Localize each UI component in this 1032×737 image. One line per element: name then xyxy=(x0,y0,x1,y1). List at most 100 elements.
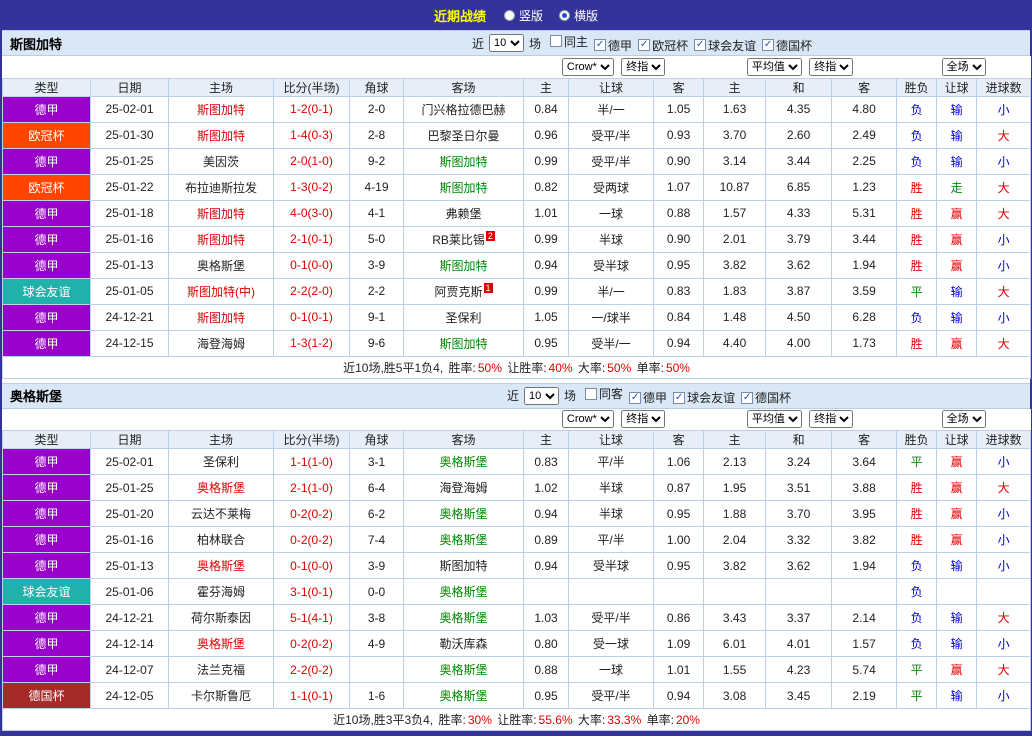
cell-score[interactable]: 3-1(0-1) xyxy=(273,578,350,605)
cell-home[interactable]: 卡尔斯鲁厄 xyxy=(168,682,274,709)
cell-home[interactable]: 法兰克福 xyxy=(168,656,274,683)
cell-away[interactable]: 勒沃库森 xyxy=(402,630,525,657)
recent-count-select[interactable]: 10 xyxy=(489,34,525,52)
cell-home[interactable]: 奥格斯堡 xyxy=(168,474,274,501)
cell-score[interactable]: 2-0(1-0) xyxy=(273,147,350,175)
cell-away[interactable]: 斯图加特 xyxy=(402,251,525,279)
cell-score[interactable]: 0-1(0-0) xyxy=(273,552,350,579)
cell-away[interactable]: RB莱比锡 2 xyxy=(402,225,525,253)
cell-score[interactable]: 1-1(0-1) xyxy=(273,682,350,709)
cell-home[interactable]: 奥格斯堡 xyxy=(168,630,274,657)
cell-home[interactable]: 柏林联合 xyxy=(168,526,274,553)
cell-home[interactable]: 斯图加特 xyxy=(168,303,274,331)
cell-home[interactable]: 斯图加特 xyxy=(168,121,274,149)
cell-home[interactable]: 海登海姆 xyxy=(168,329,274,357)
recent-count-select[interactable]: 10 xyxy=(524,386,560,405)
league-filter-checkbox[interactable]: ✓ 德甲 xyxy=(594,37,632,54)
cell-away[interactable]: 奥格斯堡 xyxy=(402,526,525,553)
table-row: 球会友谊 25-01-06 霍芬海姆 3-1(0-1) 0-0 奥格斯堡 负 xyxy=(2,578,1032,605)
cell-home[interactable]: 斯图加特 xyxy=(168,95,274,123)
cell-home[interactable]: 斯图加特 xyxy=(168,199,274,227)
cell-score[interactable]: 1-3(0-2) xyxy=(273,173,350,201)
cell-score[interactable]: 1-1(1-0) xyxy=(273,448,350,475)
cell-home[interactable]: 斯图加特 xyxy=(168,225,274,253)
cell-away[interactable]: 奥格斯堡 xyxy=(402,448,525,475)
view-radio[interactable]: 竖版 xyxy=(503,7,543,24)
cell-corner: 9-6 xyxy=(349,329,404,357)
view-radio[interactable]: 横版 xyxy=(559,7,598,24)
cell-away[interactable]: 巴黎圣日尔曼 xyxy=(402,121,525,149)
cell-home[interactable]: 圣保利 xyxy=(168,448,274,475)
cell-away[interactable]: 奥格斯堡 xyxy=(402,578,525,605)
cell-away[interactable]: 海登海姆 xyxy=(402,474,525,501)
cell-odds-line: 受平/半 xyxy=(568,604,655,631)
cell-away[interactable]: 阿贾克斯 1 xyxy=(402,277,525,305)
cell-away[interactable]: 斯图加特 xyxy=(402,552,525,579)
cell-score[interactable]: 1-2(0-1) xyxy=(273,95,350,123)
bookmaker-select[interactable]: Crow* xyxy=(561,57,614,76)
cell-date: 25-01-30 xyxy=(90,121,169,149)
bookmaker-stage-select[interactable]: 终指 xyxy=(621,410,666,429)
cell-home[interactable]: 奥格斯堡 xyxy=(168,251,274,279)
cell-score[interactable]: 0-1(0-1) xyxy=(273,303,350,331)
summary-row: 近10场,胜3平3负4, 胜率: 30% 让胜率: 55.6% 大率: 33.3% 单… xyxy=(1,708,1032,731)
cell-score[interactable]: 0-2(0-2) xyxy=(273,630,350,657)
cell-corner: 4-9 xyxy=(349,630,404,657)
scope-select[interactable]: 全场 xyxy=(941,410,986,429)
radio-label: 横版 xyxy=(574,8,599,23)
league-filter-checkbox[interactable]: ✓ 欧冠杯 xyxy=(638,37,688,54)
cell-home[interactable]: 云达不莱梅 xyxy=(168,500,274,527)
cell-avg-away: 2.49 xyxy=(831,121,898,149)
cell-away[interactable]: 奥格斯堡 xyxy=(402,500,525,527)
league-filter-checkbox[interactable]: ✓ 德国杯 xyxy=(741,389,791,406)
cell-home[interactable]: 荷尔斯泰因 xyxy=(168,604,274,631)
cell-res-handicap: 赢 xyxy=(936,448,978,475)
cell-res-handicap: 输 xyxy=(936,95,978,123)
cell-res-goals: 大 xyxy=(976,277,1032,305)
cell-score[interactable]: 2-1(0-1) xyxy=(273,225,350,253)
filter-label: 德国杯 xyxy=(776,38,813,53)
cell-score[interactable]: 4-0(3-0) xyxy=(273,199,350,227)
cell-score[interactable]: 0-2(0-2) xyxy=(273,500,350,527)
cell-date: 25-01-25 xyxy=(90,147,169,175)
bookmaker-stage-select[interactable]: 终指 xyxy=(621,57,666,76)
league-filter-checkbox[interactable]: 同客 xyxy=(585,385,623,402)
cell-away[interactable]: 斯图加特 xyxy=(402,329,525,357)
cell-score[interactable]: 2-1(1-0) xyxy=(273,474,350,501)
average-select[interactable]: 平均值 xyxy=(746,410,802,429)
scope-select[interactable]: 全场 xyxy=(941,57,986,76)
league-filter-checkbox[interactable]: ✓ 球会友谊 xyxy=(673,389,735,406)
cell-away[interactable]: 门兴格拉德巴赫 xyxy=(402,95,525,123)
average-stage-select[interactable]: 终指 xyxy=(809,57,854,76)
bookmaker-select[interactable]: Crow* xyxy=(561,410,614,429)
average-stage-select[interactable]: 终指 xyxy=(809,410,854,429)
cell-home[interactable]: 斯图加特(中) xyxy=(168,277,274,305)
cell-away[interactable]: 弗赖堡 xyxy=(402,199,525,227)
cell-away[interactable]: 奥格斯堡 xyxy=(402,604,525,631)
cell-score[interactable]: 1-3(1-2) xyxy=(273,329,350,357)
cell-away[interactable]: 奥格斯堡 xyxy=(402,682,525,709)
cell-away[interactable]: 圣保利 xyxy=(402,303,525,331)
cell-res-outcome: 负 xyxy=(896,147,938,175)
cell-score[interactable]: 2-2(0-2) xyxy=(273,656,350,683)
cell-home[interactable]: 霍芬海姆 xyxy=(168,578,274,605)
league-filter-checkbox[interactable]: ✓ 德甲 xyxy=(629,389,667,406)
average-select[interactable]: 平均值 xyxy=(746,57,802,76)
cell-home[interactable]: 奥格斯堡 xyxy=(168,552,274,579)
cell-away[interactable]: 奥格斯堡 xyxy=(402,656,525,683)
cell-score[interactable]: 5-1(4-1) xyxy=(273,604,350,631)
league-filter-checkbox[interactable]: 同主 xyxy=(550,33,588,50)
cell-home[interactable]: 布拉迪斯拉发 xyxy=(168,173,274,201)
cell-date: 24-12-05 xyxy=(90,682,169,709)
cell-away[interactable]: 斯图加特 xyxy=(402,147,525,175)
cell-score[interactable]: 2-2(2-0) xyxy=(273,277,350,305)
cell-odds-home: 0.94 xyxy=(523,552,570,579)
league-filter-checkbox[interactable]: ✓ 德国杯 xyxy=(762,37,812,54)
cell-score[interactable]: 1-4(0-3) xyxy=(273,121,350,149)
cell-home[interactable]: 美因茨 xyxy=(168,147,274,175)
cell-away[interactable]: 斯图加特 xyxy=(402,173,525,201)
cell-score[interactable]: 0-2(0-2) xyxy=(273,526,350,553)
table-row: 德甲 25-01-18 斯图加特 4-0(3-0) 4-1 弗赖堡 1.01 一球 0.88 1.… xyxy=(2,199,1032,227)
cell-score[interactable]: 0-1(0-0) xyxy=(273,251,350,279)
league-filter-checkbox[interactable]: ✓ 球会友谊 xyxy=(694,37,756,54)
